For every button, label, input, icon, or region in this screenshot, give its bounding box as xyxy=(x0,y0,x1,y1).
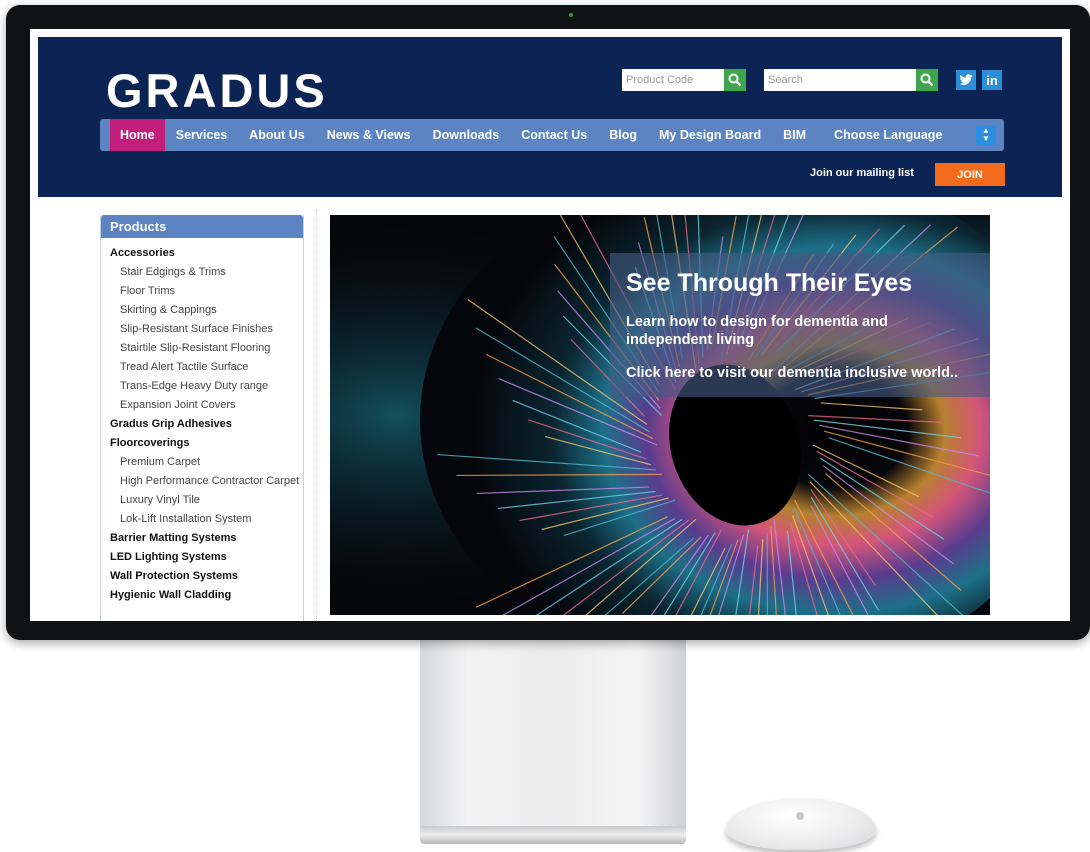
sidebar-link[interactable]: Trans-Edge Heavy Duty range xyxy=(110,377,303,396)
nav-about-us[interactable]: About Us xyxy=(238,119,316,151)
search-field[interactable] xyxy=(764,69,916,91)
sidebar-category[interactable]: Gradus Grip Adhesives xyxy=(110,415,303,434)
sidebar-link[interactable]: Stairtile Slip-Resistant Flooring xyxy=(110,339,303,358)
linkedin-button[interactable]: in xyxy=(982,70,1002,90)
sidebar-link[interactable]: Premium Carpet xyxy=(110,453,303,472)
products-list: Accessories Stair Edgings & Trims Floor Tr… xyxy=(101,238,303,605)
sidebar-link[interactable]: Luxury Vinyl Tile xyxy=(110,491,303,510)
main-nav: Home Services About Us News & Views Down… xyxy=(100,119,1004,151)
search-icon xyxy=(728,73,742,87)
sidebar-category[interactable]: LED Lighting Systems xyxy=(110,548,303,567)
magic-mouse xyxy=(726,798,876,850)
nav-downloads[interactable]: Downloads xyxy=(422,119,511,151)
hero-link[interactable]: Click here to visit our dementia inclusi… xyxy=(626,365,958,381)
nav-blog[interactable]: Blog xyxy=(598,119,648,151)
sidebar-link[interactable]: Floor Trims xyxy=(110,282,303,301)
hero-title: See Through Their Eyes xyxy=(626,269,913,297)
product-code-input[interactable] xyxy=(622,74,724,86)
sidebar-link[interactable]: Lok-Lift Installation System xyxy=(110,510,303,529)
nav-services[interactable]: Services xyxy=(165,119,238,151)
nav-contact-us[interactable]: Contact Us xyxy=(510,119,598,151)
mailing-list-label: Join our mailing list xyxy=(810,167,914,179)
nav-bim[interactable]: BIM xyxy=(772,119,817,151)
twitter-button[interactable] xyxy=(956,70,976,90)
nav-home[interactable]: Home xyxy=(110,119,165,151)
hero-subtitle: Learn how to design for dementia and ind… xyxy=(626,314,888,348)
sidebar-link[interactable]: Expansion Joint Covers xyxy=(110,396,303,415)
sidebar-category[interactable]: Floorcoverings xyxy=(110,434,303,453)
product-code-search-button[interactable] xyxy=(724,69,746,91)
linkedin-icon: in xyxy=(986,72,998,88)
join-button[interactable]: JOIN xyxy=(935,163,1005,186)
sidebar-category[interactable]: Barrier Matting Systems xyxy=(110,529,303,548)
browser-screen: GRADUS in Home Services Abou xyxy=(30,29,1070,621)
column-divider xyxy=(316,209,317,621)
nav-news-views[interactable]: News & Views xyxy=(316,119,422,151)
sidebar-link[interactable]: Tread Alert Tactile Surface xyxy=(110,358,303,377)
hero-caption: See Through Their Eyes Learn how to desi… xyxy=(610,253,990,397)
language-select[interactable]: ▲ ▼ xyxy=(976,125,996,145)
sidebar-link[interactable]: Stair Edgings & Trims xyxy=(110,263,303,282)
sidebar-link[interactable]: Skirting & Cappings xyxy=(110,301,303,320)
monitor: GRADUS in Home Services Abou xyxy=(6,5,1090,640)
products-sidebar: Products Accessories Stair Edgings & Trim… xyxy=(100,215,304,621)
gradus-logo[interactable]: GRADUS xyxy=(106,63,328,118)
sidebar-link[interactable]: Slip-Resistant Surface Finishes xyxy=(110,320,303,339)
sidebar-category[interactable]: Wall Protection Systems xyxy=(110,567,303,586)
product-code-field[interactable] xyxy=(622,69,724,91)
sidebar-category[interactable]: Accessories xyxy=(110,244,303,263)
sidebar-link[interactable]: High Performance Contractor Carpet xyxy=(110,472,303,491)
hero-banner[interactable]: See Through Their Eyes Learn how to desi… xyxy=(330,215,990,615)
site-header: GRADUS in Home Services Abou xyxy=(38,37,1062,197)
nav-my-design-board[interactable]: My Design Board xyxy=(648,119,772,151)
search-icon xyxy=(920,73,934,87)
search-button[interactable] xyxy=(916,69,938,91)
search-input[interactable] xyxy=(764,74,916,86)
products-heading: Products xyxy=(101,215,303,238)
language-label[interactable]: Choose Language xyxy=(823,119,953,151)
select-arrows-icon: ▲ ▼ xyxy=(982,126,990,143)
sidebar-category[interactable]: Hygienic Wall Cladding xyxy=(110,586,303,605)
twitter-icon xyxy=(959,74,973,85)
apple-logo-icon xyxy=(796,812,804,820)
monitor-stand xyxy=(420,640,686,830)
monitor-stand-foot xyxy=(420,826,686,844)
camera-indicator xyxy=(569,13,573,17)
